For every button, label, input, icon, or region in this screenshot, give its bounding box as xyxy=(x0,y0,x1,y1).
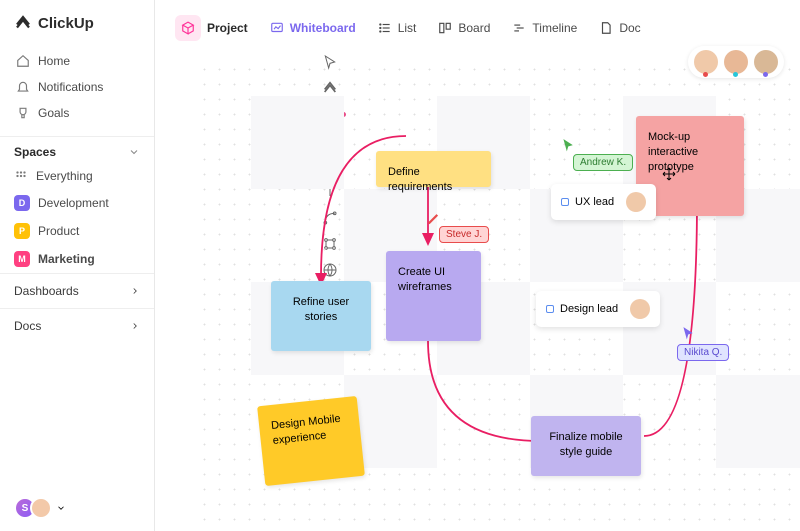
trophy-icon xyxy=(16,106,30,120)
cube-icon xyxy=(175,15,201,41)
chevron-right-icon xyxy=(130,321,140,331)
checkbox-icon xyxy=(546,305,554,313)
home-icon xyxy=(16,54,30,68)
app-name: ClickUp xyxy=(38,15,94,32)
chevron-down-icon[interactable] xyxy=(56,503,66,513)
spaces-header[interactable]: Spaces xyxy=(0,136,154,163)
space-marketing[interactable]: M Marketing xyxy=(0,245,154,273)
task-design-lead[interactable]: Design lead xyxy=(536,291,660,327)
bell-icon xyxy=(16,80,30,94)
assignee-avatar xyxy=(626,192,646,212)
sidebar: ClickUp Home Notifications Goals Spaces … xyxy=(0,0,155,531)
cursor-andrew-icon xyxy=(561,138,575,152)
user-avatar-2[interactable] xyxy=(30,497,52,519)
whiteboard-icon xyxy=(270,21,284,35)
nav-notifications[interactable]: Notifications xyxy=(8,74,146,100)
task-ux-lead[interactable]: UX lead xyxy=(551,184,656,220)
app-logo: ClickUp xyxy=(0,0,154,42)
chevron-down-icon xyxy=(128,146,140,158)
collaborator-3[interactable] xyxy=(754,50,778,74)
space-everything[interactable]: Everything xyxy=(0,163,154,189)
board-icon xyxy=(438,21,452,35)
space-badge-m: M xyxy=(14,251,30,267)
project-chip[interactable]: Project xyxy=(171,12,252,44)
sticky-define-requirements[interactable]: Define requirements xyxy=(376,151,491,187)
chevron-right-icon xyxy=(130,286,140,296)
collaborator-2[interactable] xyxy=(724,50,748,74)
space-badge-d: D xyxy=(14,195,30,211)
clickup-logo-icon xyxy=(14,14,32,32)
sticky-finalize-guide[interactable]: Finalize mobile style guide xyxy=(531,416,641,476)
docs-section[interactable]: Docs xyxy=(0,308,154,343)
whiteboard-canvas[interactable]: Define requirements Refine user stories … xyxy=(191,56,800,531)
timeline-icon xyxy=(512,21,526,35)
tab-list[interactable]: List xyxy=(374,18,421,38)
cursor-label-andrew: Andrew K. xyxy=(573,154,633,171)
collaborator-1[interactable] xyxy=(694,50,718,74)
main-area: Project Whiteboard List Board Timeline D… xyxy=(155,0,800,531)
cursor-label-steve: Steve J. xyxy=(439,226,489,243)
tab-board[interactable]: Board xyxy=(434,18,494,38)
nav-home[interactable]: Home xyxy=(8,48,146,74)
tab-timeline[interactable]: Timeline xyxy=(508,18,581,38)
grid-icon xyxy=(14,169,28,183)
sticky-create-wireframes[interactable]: Create UI wireframes xyxy=(386,251,481,341)
sticky-design-mobile[interactable]: Design Mobile experience xyxy=(257,396,365,486)
doc-icon xyxy=(599,21,613,35)
list-icon xyxy=(378,21,392,35)
tab-doc[interactable]: Doc xyxy=(595,18,644,38)
checkbox-icon xyxy=(561,198,569,206)
assignee-avatar xyxy=(630,299,650,319)
space-product[interactable]: P Product xyxy=(0,217,154,245)
sticky-refine-stories[interactable]: Refine user stories xyxy=(271,281,371,351)
cursor-steve-icon xyxy=(426,211,440,225)
dashboards-section[interactable]: Dashboards xyxy=(0,273,154,308)
space-development[interactable]: D Development xyxy=(0,189,154,217)
tab-whiteboard[interactable]: Whiteboard xyxy=(266,18,360,38)
cursor-label-nikita: Nikita Q. xyxy=(677,344,729,361)
space-badge-p: P xyxy=(14,223,30,239)
nav-goals[interactable]: Goals xyxy=(8,100,146,126)
collaborator-avatars[interactable] xyxy=(688,46,784,78)
sidebar-footer: S xyxy=(0,485,154,531)
move-handle-icon[interactable] xyxy=(661,166,677,182)
cursor-nikita-icon xyxy=(681,326,695,340)
